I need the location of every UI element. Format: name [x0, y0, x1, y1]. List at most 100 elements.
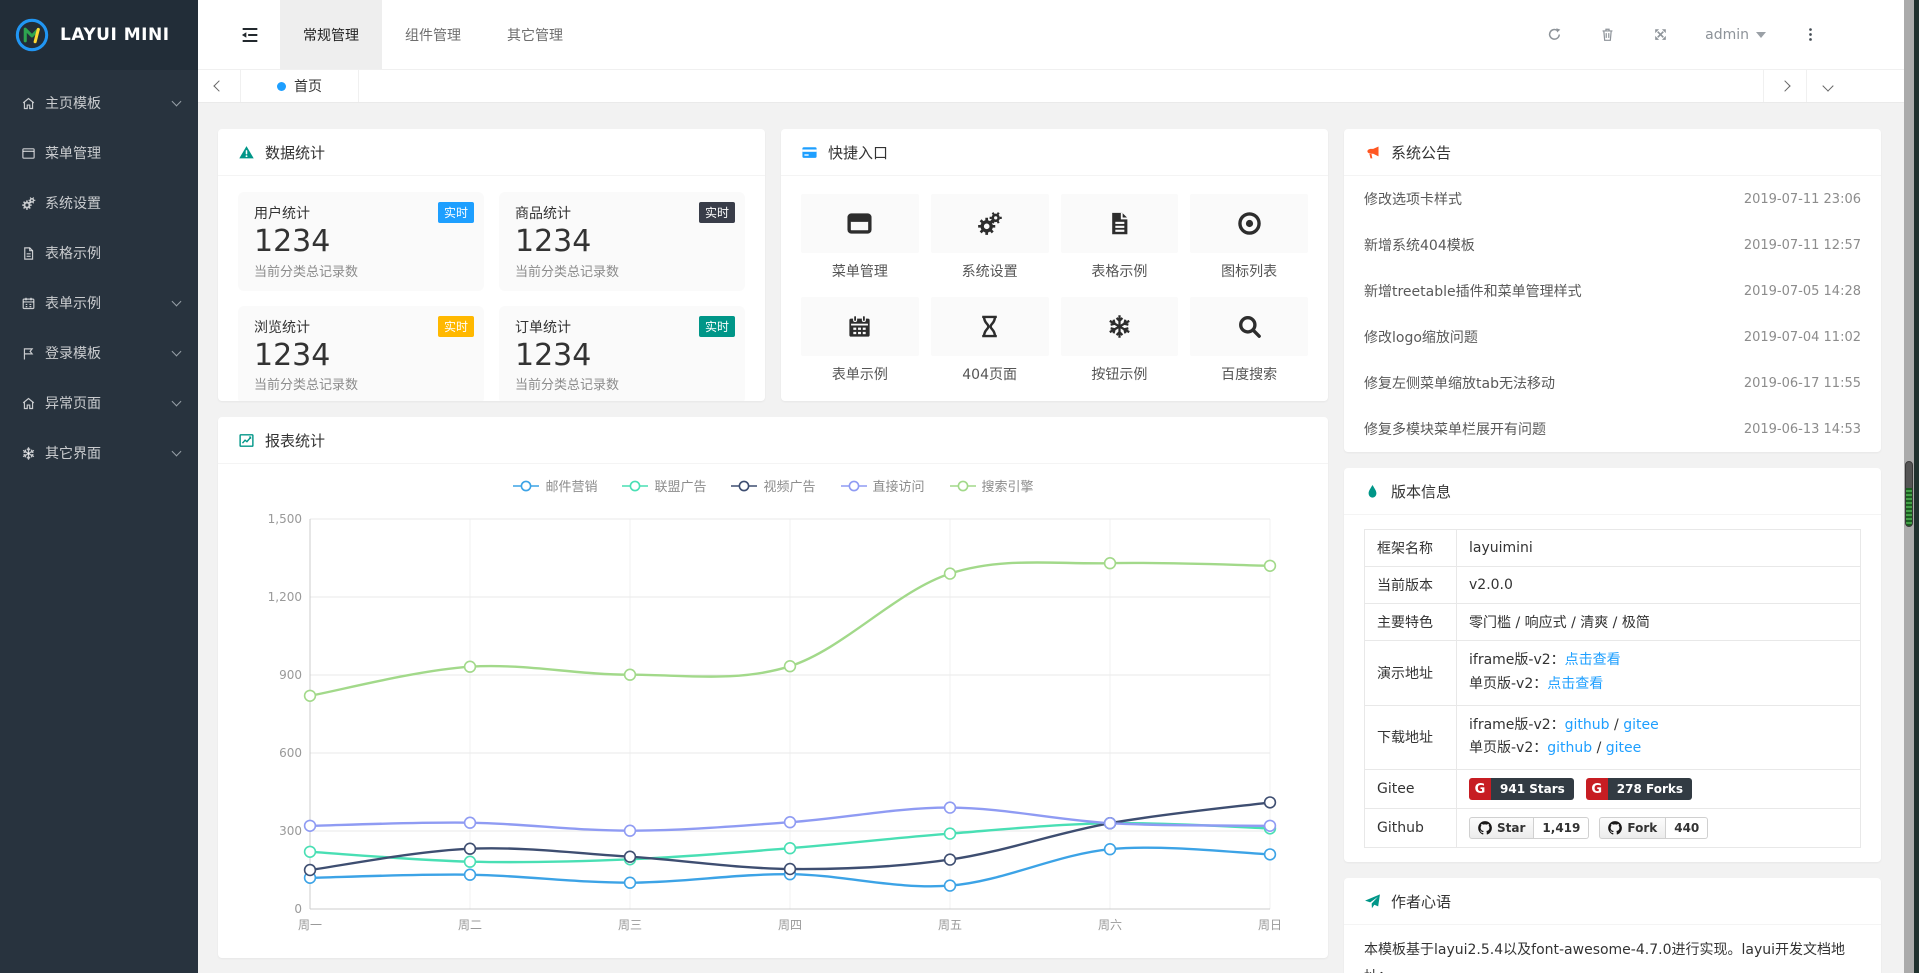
version-label: Github [1365, 809, 1457, 848]
version-link[interactable]: github [1547, 740, 1592, 756]
quick-entry-tile[interactable] [1061, 297, 1179, 356]
tab-scroll-left-button[interactable] [198, 70, 241, 102]
stat-box[interactable]: 浏览统计1234当前分类总记录数实时 [238, 306, 484, 402]
quick-entry-item[interactable]: 表单示例 [801, 297, 919, 384]
notice-date: 2019-07-05 14:28 [1744, 284, 1861, 299]
notice-text[interactable]: 修改选项卡样式 [1364, 189, 1462, 209]
legend-item[interactable]: 邮件营销 [512, 476, 597, 495]
notice-text[interactable]: 修复左侧菜单缩放tab无法移动 [1364, 373, 1555, 393]
tab-home[interactable]: 首页 [241, 70, 359, 102]
quick-entry-item[interactable]: 按钮示例 [1061, 297, 1179, 384]
scrollbar-thumb[interactable] [1905, 461, 1913, 527]
realtime-badge: 实时 [438, 202, 474, 223]
sidebar-item-table[interactable]: 表格示例 [0, 228, 198, 278]
more-menu-button[interactable] [1802, 26, 1819, 43]
sidebar-item-label: 表格示例 [45, 243, 180, 263]
legend-item[interactable]: 搜索引擎 [949, 476, 1034, 495]
collapse-sidebar-button[interactable] [220, 0, 280, 69]
notice-row[interactable]: 修复左侧菜单缩放tab无法移动2019-06-17 11:55 [1364, 360, 1861, 406]
stat-desc: 当前分类总记录数 [515, 261, 729, 280]
sidebar-item-home[interactable]: 主页模板 [0, 78, 198, 128]
github-badge[interactable]: Fork440 [1599, 817, 1708, 839]
notice-text[interactable]: 新增系统404模板 [1364, 235, 1475, 255]
stat-desc: 当前分类总记录数 [515, 374, 729, 393]
legend-item[interactable]: 直接访问 [840, 476, 925, 495]
legend-item[interactable]: 视频广告 [730, 476, 815, 495]
notice-date: 2019-07-11 23:06 [1744, 192, 1861, 207]
gitee-badge[interactable]: G278 Forks [1586, 778, 1692, 800]
svg-text:周三: 周三 [618, 918, 642, 932]
notice-row[interactable]: 修复多模块菜单栏展开有问题 2019-06-13 14:53 [1364, 406, 1861, 452]
quick-entry-label: 系统设置 [931, 261, 1049, 281]
chart-line-icon [238, 432, 255, 449]
refresh-button[interactable] [1546, 26, 1563, 43]
quick-entry-item[interactable]: 系统设置 [931, 194, 1049, 281]
clear-cache-button[interactable] [1599, 26, 1616, 43]
sidebar-item-error[interactable]: 异常页面 [0, 378, 198, 428]
module-tab-component[interactable]: 组件管理 [382, 0, 484, 69]
sidebar-item-label: 登录模板 [45, 343, 173, 363]
notice-row[interactable]: 修改logo缩放问题 2019-07-04 11:02 [1364, 314, 1861, 360]
tab-scroll-right-button[interactable] [1763, 70, 1806, 102]
notice-text[interactable]: 修改logo缩放问题 [1364, 327, 1478, 347]
stat-box[interactable]: 商品统计1234当前分类总记录数实时 [499, 192, 745, 291]
stat-box[interactable]: 用户统计1234当前分类总记录数实时 [238, 192, 484, 291]
notice-date: 2019-07-04 11:02 [1744, 330, 1861, 345]
tab-home-label: 首页 [294, 76, 322, 96]
notice-text[interactable]: 修复多模块菜单栏展开有问题 [1364, 419, 1546, 439]
dot-circle-icon [1236, 210, 1263, 237]
chevron-down-icon [172, 397, 182, 407]
notice-text[interactable]: 新增treetable插件和菜单管理样式 [1364, 281, 1582, 301]
quick-entry-tile[interactable] [931, 194, 1049, 253]
version-link[interactable]: gitee [1606, 740, 1642, 756]
app-logo[interactable]: LAYUI MINI [0, 0, 198, 70]
quick-entry-item[interactable]: 百度搜索 [1190, 297, 1308, 384]
snowflake-icon [20, 445, 36, 461]
report-card-title: 报表统计 [265, 430, 325, 451]
chevron-down-icon [172, 447, 182, 457]
version-link-line: iframe版-v2：github / gitee [1469, 714, 1848, 738]
sidebar-item-settings[interactable]: 系统设置 [0, 178, 198, 228]
quick-entry-tile[interactable] [1190, 297, 1308, 356]
version-row: 框架名称layuimini [1365, 530, 1861, 567]
github-badge[interactable]: Star1,419 [1469, 817, 1589, 839]
module-tab-general[interactable]: 常规管理 [280, 0, 382, 69]
notice-row[interactable]: 修改选项卡样式 2019-07-11 23:06 [1364, 176, 1861, 222]
user-dropdown[interactable]: admin [1705, 27, 1766, 43]
quick-entry-item[interactable]: 菜单管理 [801, 194, 919, 281]
notice-row[interactable]: 新增treetable插件和菜单管理样式 2019-07-05 14:28 [1364, 268, 1861, 314]
quick-entry-item[interactable]: 表格示例 [1061, 194, 1179, 281]
quick-entry-tile[interactable] [931, 297, 1049, 356]
left-column: 数据统计 用户统计1234当前分类总记录数实时商品统计1234当前分类总记录数实… [218, 129, 1328, 973]
quick-entry-label: 按钮示例 [1061, 364, 1179, 384]
chevron-down-icon [172, 297, 182, 307]
quick-entry-tile[interactable] [1061, 194, 1179, 253]
legend-item[interactable]: 联盟广告 [621, 476, 706, 495]
module-tab-other[interactable]: 其它管理 [484, 0, 586, 69]
quick-entry-item[interactable]: 图标列表 [1190, 194, 1308, 281]
quick-entry-tile[interactable] [801, 297, 919, 356]
version-link[interactable]: gitee [1623, 717, 1659, 733]
sidebar-item-login[interactable]: 登录模板 [0, 328, 198, 378]
notice-date: 2019-06-13 14:53 [1744, 422, 1861, 437]
notice-row[interactable]: 新增系统404模板2019-07-11 12:57 [1364, 222, 1861, 268]
quick-entry-item[interactable]: 404页面 [931, 297, 1049, 384]
version-link[interactable]: 点击查看 [1547, 676, 1603, 692]
sidebar-item-other[interactable]: 其它界面 [0, 428, 198, 478]
stat-box[interactable]: 订单统计1234当前分类总记录数实时 [499, 306, 745, 402]
fullscreen-button[interactable] [1652, 26, 1669, 43]
stat-value: 1234 [254, 337, 468, 375]
tab-menu-button[interactable] [1806, 70, 1849, 102]
quick-entry-tile[interactable] [1190, 194, 1308, 253]
sidebar-item-menu[interactable]: 菜单管理 [0, 128, 198, 178]
quick-entry-tile[interactable] [801, 194, 919, 253]
gitee-icon: G [1469, 778, 1491, 800]
version-link[interactable]: github [1565, 717, 1610, 733]
version-link[interactable]: 点击查看 [1565, 652, 1621, 668]
leaf-drop-icon [1364, 483, 1381, 500]
scrollbar-track[interactable] [1904, 0, 1914, 973]
svg-text:周日: 周日 [1258, 918, 1282, 932]
gitee-badge[interactable]: G941 Stars [1469, 778, 1574, 800]
sidebar-item-form[interactable]: 表单示例 [0, 278, 198, 328]
trash-icon [1599, 26, 1616, 43]
